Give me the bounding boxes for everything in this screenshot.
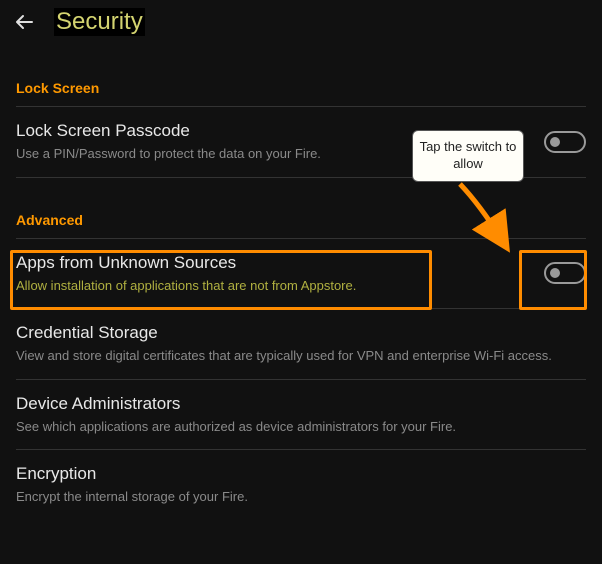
row-text: Credential Storage View and store digita… [16, 323, 586, 365]
content-area: Lock Screen Lock Screen Passcode Use a P… [0, 46, 602, 520]
row-device-administrators[interactable]: Device Administrators See which applicat… [16, 380, 586, 450]
toggle-knob-icon [550, 137, 560, 147]
section-header-advanced: Advanced [16, 178, 586, 238]
row-title: Encryption [16, 464, 586, 484]
toggle-knob-icon [550, 268, 560, 278]
unknown-sources-toggle[interactable] [544, 262, 586, 284]
row-desc: View and store digital certificates that… [16, 347, 586, 365]
header-bar: Security [0, 0, 602, 46]
row-title: Apps from Unknown Sources [16, 253, 524, 273]
row-desc: Allow installation of applications that … [16, 277, 524, 295]
row-credential-storage[interactable]: Credential Storage View and store digita… [16, 309, 586, 379]
row-text: Device Administrators See which applicat… [16, 394, 586, 436]
row-title: Credential Storage [16, 323, 586, 343]
row-title: Device Administrators [16, 394, 586, 414]
passcode-toggle[interactable] [544, 131, 586, 153]
page-title: Security [54, 8, 145, 36]
row-desc: Encrypt the internal storage of your Fir… [16, 488, 586, 506]
row-unknown-sources[interactable]: Apps from Unknown Sources Allow installa… [16, 239, 586, 309]
row-encryption[interactable]: Encryption Encrypt the internal storage … [16, 450, 586, 520]
back-arrow-icon[interactable] [12, 10, 36, 34]
annotation-callout: Tap the switch to allow [412, 130, 524, 182]
row-desc: See which applications are authorized as… [16, 418, 586, 436]
section-header-lockscreen: Lock Screen [16, 46, 586, 106]
row-text: Encryption Encrypt the internal storage … [16, 464, 586, 506]
row-text: Apps from Unknown Sources Allow installa… [16, 253, 524, 295]
